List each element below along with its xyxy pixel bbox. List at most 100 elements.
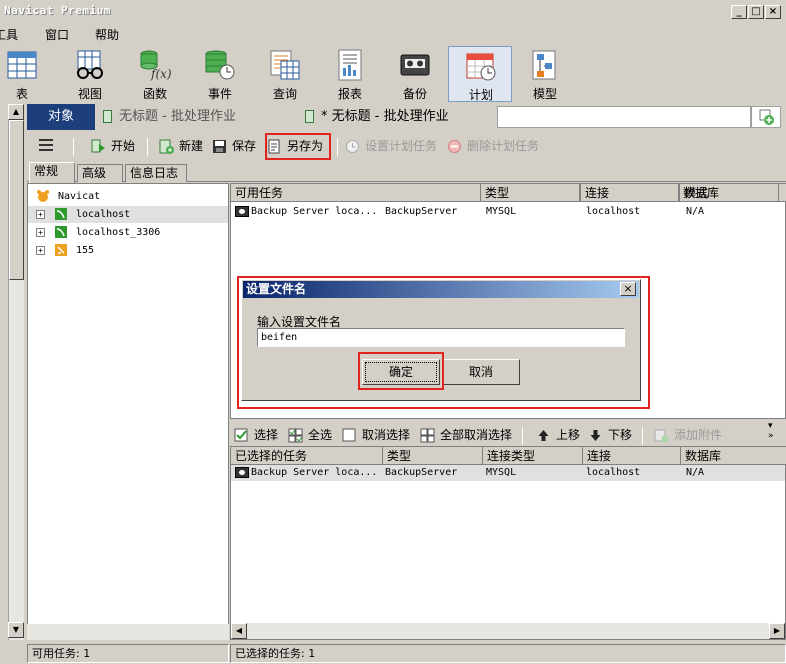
backup-tape-icon <box>235 206 249 217</box>
scroll-down-arrow-icon[interactable]: ▼ <box>8 622 24 638</box>
menu-tools[interactable]: 工具 <box>0 26 18 43</box>
menu-hamburger-icon[interactable] <box>39 139 53 151</box>
deselect-all-icon <box>420 428 435 443</box>
selected-count: 已选择的任务: 1 <box>230 644 786 663</box>
selected-tasks-list[interactable]: 已选择的任务 类型 连接类型 连接 数据库 Backup Server loca… <box>230 446 786 640</box>
col-connection-type[interactable]: 连接类型 <box>483 447 583 465</box>
tab-batch-job-1[interactable]: 无标题 - 批处理作业 <box>97 104 297 130</box>
tree-item-localhost[interactable]: + localhost <box>28 206 228 223</box>
col-database[interactable]: 数据库 <box>681 447 785 465</box>
tool-schedule[interactable]: 计划 <box>448 46 512 102</box>
save-button[interactable]: 保存 <box>212 137 256 155</box>
scroll-right-arrow-icon[interactable]: ▶ <box>769 623 785 639</box>
horizontal-scrollbar[interactable]: ◀ ▶ <box>231 623 785 639</box>
tool-query[interactable]: 查询 <box>253 46 317 102</box>
start-button[interactable]: 开始 <box>91 137 135 155</box>
move-up-button[interactable]: 上移 <box>536 426 580 444</box>
select-all-icon <box>288 428 303 443</box>
function-icon: f(x) <box>140 50 171 81</box>
tool-backup[interactable]: 备份 <box>383 46 447 102</box>
event-clock-icon <box>205 50 235 80</box>
tool-view[interactable]: 视图 <box>58 46 122 102</box>
filename-input[interactable]: beifen <box>257 328 625 347</box>
table-icon <box>7 51 37 79</box>
select-button[interactable]: 选择 <box>234 426 278 444</box>
tool-model[interactable]: 模型 <box>513 46 577 102</box>
set-schedule-button[interactable]: 设置计划任务 <box>345 137 437 155</box>
schedule-calendar-icon <box>466 53 496 81</box>
overflow-chevron-icon[interactable]: ▾» <box>768 421 774 441</box>
tab-batch-job-2[interactable]: * 无标题 - 批处理作业 <box>299 104 499 130</box>
clock-icon <box>346 140 359 153</box>
table-row[interactable]: Backup Server loca... BackupServer MYSQL… <box>231 204 785 220</box>
col-available-task[interactable]: 可用任务 <box>231 184 481 202</box>
new-query-button[interactable] <box>751 106 781 128</box>
set-filename-dialog: 设置文件名 × 输入设置文件名 beifen 确定 取消 <box>241 279 641 401</box>
connection-tree[interactable]: Navicat + localhost + localhost_3306 + 1… <box>27 183 229 640</box>
tree-item-navicat[interactable]: Navicat <box>28 188 228 205</box>
tab-advanced[interactable]: 高级 <box>77 164 123 182</box>
scroll-left-arrow-icon[interactable]: ◀ <box>231 623 247 639</box>
document-tabs: 对象 无标题 - 批处理作业 * 无标题 - 批处理作业 <box>27 104 786 130</box>
expand-plus-icon[interactable]: + <box>36 228 45 237</box>
scroll-up-arrow-icon[interactable]: ▲ <box>8 104 24 120</box>
dialog-close-icon[interactable]: × <box>620 282 636 296</box>
col-selected-task[interactable]: 已选择的任务 <box>231 447 383 465</box>
backup-tape-icon <box>400 54 430 76</box>
window-title: Navicat Premium <box>4 4 111 17</box>
move-down-button[interactable]: 下移 <box>588 426 632 444</box>
col-connection[interactable]: 连接 <box>581 184 679 202</box>
tool-table[interactable]: 表 <box>0 46 54 102</box>
new-icon <box>159 139 174 154</box>
selection-toolbar: 选择 全选 取消选择 全部取消选择 上移 下移 添加附件 ▾» <box>230 421 786 447</box>
tab-message-log[interactable]: 信息日志 <box>125 164 187 182</box>
expand-plus-icon[interactable]: + <box>36 210 45 219</box>
col-schema[interactable] <box>779 184 786 202</box>
object-filter-input[interactable] <box>497 106 751 128</box>
expand-plus-icon[interactable]: + <box>36 246 45 255</box>
tree-item-localhost-3306[interactable]: + localhost_3306 <box>28 224 228 241</box>
view-glasses-icon <box>77 50 103 79</box>
mysql-connection-icon <box>55 208 67 220</box>
tree-item-155[interactable]: + 155 <box>28 242 228 259</box>
batch-toolbar: 开始 新建 保存 另存为 设置计划任务 删除计划任务 <box>27 132 786 160</box>
arrow-down-icon <box>590 430 601 441</box>
new-button[interactable]: 新建 <box>159 137 203 155</box>
left-scrollbar[interactable]: ▲ ▼ <box>8 104 24 640</box>
minimize-button[interactable]: _ <box>731 5 747 19</box>
close-window-button[interactable]: × <box>765 5 781 19</box>
deselect-button[interactable]: 取消选择 <box>342 426 410 444</box>
batch-job-icon <box>305 110 314 123</box>
report-icon <box>338 49 362 81</box>
maximize-button[interactable]: □ <box>748 5 764 19</box>
tool-event[interactable]: 事件 <box>188 46 252 102</box>
menu-window[interactable]: 窗口 <box>45 26 69 43</box>
available-count: 可用任务: 1 <box>27 644 229 663</box>
scroll-thumb[interactable] <box>9 120 24 280</box>
col-connection[interactable]: 连接 <box>583 447 681 465</box>
save-disk-icon <box>213 140 226 153</box>
col-type[interactable]: 类型 <box>383 447 483 465</box>
svg-text:f(x): f(x) <box>150 67 171 81</box>
add-attachment-button[interactable]: 添加附件 <box>654 426 722 444</box>
tool-report[interactable]: 报表 <box>318 46 382 102</box>
highlight-save-as <box>265 133 331 160</box>
backup-tape-icon <box>235 467 249 478</box>
table-row[interactable]: Backup Server loca... BackupServer MYSQL… <box>231 465 785 481</box>
attachment-icon <box>654 429 669 443</box>
tool-function[interactable]: f(x) 函数 <box>123 46 187 102</box>
col-schema-label: 模式 <box>684 186 709 200</box>
select-all-button[interactable]: 全选 <box>288 426 332 444</box>
delete-schedule-button[interactable]: 删除计划任务 <box>447 137 539 155</box>
title-bar: Navicat Premium _ □ × <box>0 0 786 22</box>
col-type[interactable]: 类型 <box>481 184 581 202</box>
subtabs: 常规 高级 信息日志 <box>27 162 786 183</box>
menu-help[interactable]: 帮助 <box>95 26 119 43</box>
tab-general[interactable]: 常规 <box>29 162 75 183</box>
add-green-icon <box>759 109 774 125</box>
deselect-all-button[interactable]: 全部取消选择 <box>420 426 512 444</box>
tab-objects[interactable]: 对象 <box>27 104 95 130</box>
navicat-icon <box>37 190 49 202</box>
cancel-button[interactable]: 取消 <box>442 359 520 385</box>
query-icon <box>270 50 300 80</box>
